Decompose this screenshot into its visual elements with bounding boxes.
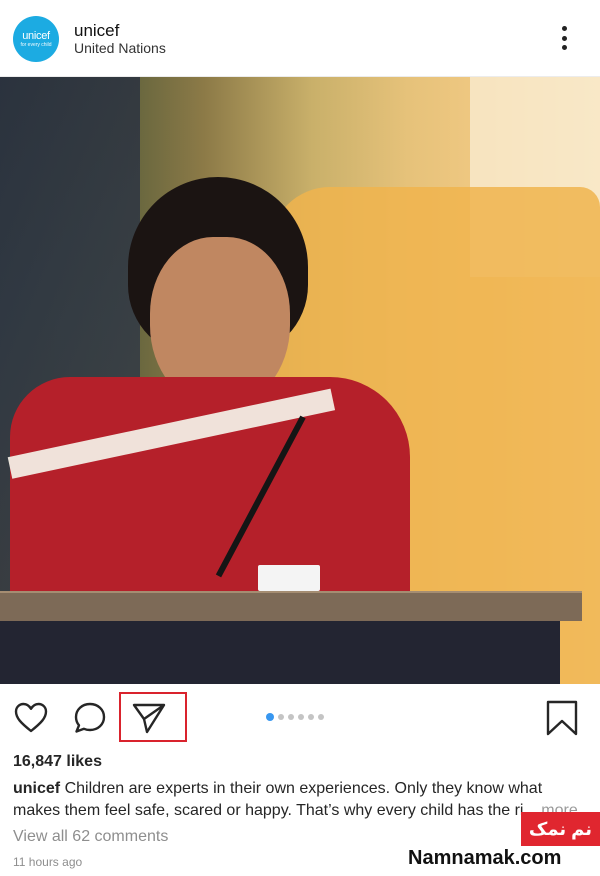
avatar-tagline: for every child — [20, 41, 52, 48]
share-highlight-box — [119, 692, 187, 742]
post-caption: unicef Children are experts in their own… — [13, 778, 588, 822]
menu-dot — [561, 45, 567, 50]
action-bar — [0, 684, 600, 748]
caption-username[interactable]: unicef — [13, 780, 60, 797]
menu-dot — [561, 35, 567, 41]
carousel-dot-active — [266, 713, 274, 721]
view-comments-link[interactable]: View all 62 comments — [13, 828, 168, 846]
comment-bubble-icon[interactable] — [72, 700, 108, 736]
post-username[interactable]: unicef — [74, 21, 119, 41]
watermark-english: Namnamak.com — [408, 847, 562, 869]
heart-icon[interactable] — [13, 700, 49, 736]
carousel-dot — [308, 714, 314, 720]
photo-red-shawl — [10, 377, 410, 617]
avatar-brand: unicef — [22, 29, 50, 42]
post-location[interactable]: United Nations — [74, 40, 166, 56]
photo-podium-top — [0, 591, 582, 621]
post-timestamp: 11 hours ago — [13, 855, 83, 869]
avatar[interactable]: unicef for every child — [13, 16, 59, 62]
bookmark-icon[interactable] — [544, 700, 580, 736]
watermark-persian: نم نمک — [521, 812, 600, 846]
post-photo[interactable] — [0, 77, 600, 684]
carousel-dot — [278, 714, 284, 720]
carousel-indicator — [266, 712, 324, 722]
photo-name-badge — [258, 565, 320, 591]
photo-podium — [0, 621, 560, 684]
carousel-dot — [288, 714, 294, 720]
more-vertical-icon[interactable] — [552, 24, 576, 52]
carousel-dot — [298, 714, 304, 720]
caption-text: Children are experts in their own experi… — [13, 780, 543, 819]
carousel-dot — [318, 714, 324, 720]
likes-count[interactable]: 16,847 likes — [13, 753, 102, 771]
post-header: unicef for every child unicef United Nat… — [0, 0, 600, 77]
menu-dot — [561, 26, 567, 31]
